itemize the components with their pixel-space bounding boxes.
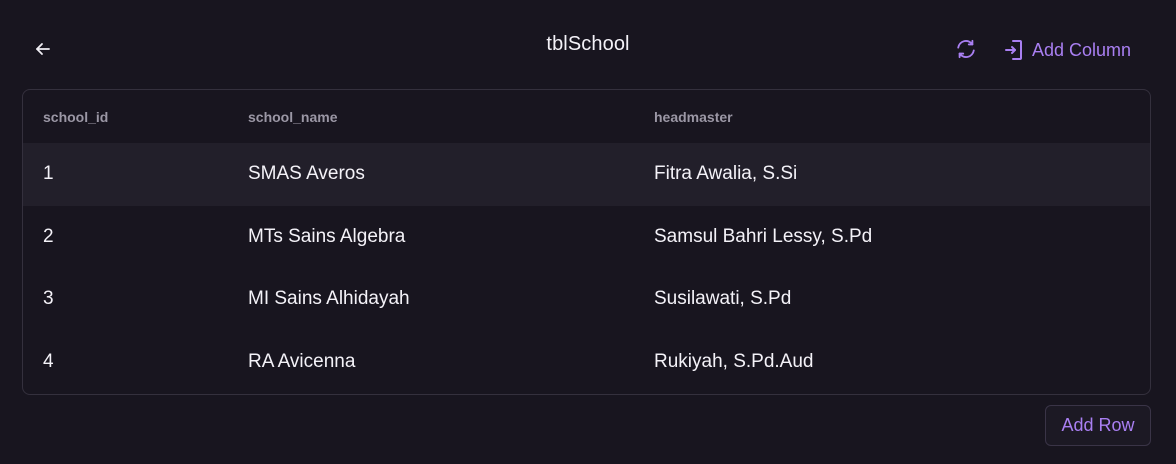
refresh-icon: [955, 38, 977, 65]
cell-school-name[interactable]: MTs Sains Algebra: [228, 206, 634, 269]
page-title: tblSchool: [546, 33, 630, 55]
column-header-headmaster[interactable]: headmaster: [634, 90, 1150, 143]
table-row[interactable]: 2 MTs Sains Algebra Samsul Bahri Lessy, …: [23, 206, 1150, 269]
column-header-school-name[interactable]: school_name: [228, 90, 634, 143]
table-header-row: school_id school_name headmaster: [23, 90, 1150, 143]
add-column-icon: [1004, 38, 1024, 62]
cell-school-id[interactable]: 3: [23, 268, 228, 331]
data-table: school_id school_name headmaster 1 SMAS …: [22, 89, 1151, 395]
cell-headmaster[interactable]: Susilawati, S.Pd: [634, 268, 1150, 331]
cell-school-id[interactable]: 2: [23, 206, 228, 269]
add-column-label: Add Column: [1032, 39, 1132, 60]
refresh-button[interactable]: [952, 37, 980, 65]
cell-headmaster[interactable]: Fitra Awalia, S.Si: [634, 143, 1150, 206]
cell-school-id[interactable]: 4: [23, 331, 228, 394]
table-editor-page: tblSchool Add Column school_id school_na…: [0, 0, 1176, 464]
add-row-button[interactable]: Add Row: [1045, 405, 1151, 446]
cell-headmaster[interactable]: Samsul Bahri Lessy, S.Pd: [634, 206, 1150, 269]
cell-school-name[interactable]: RA Avicenna: [228, 331, 634, 394]
table-row[interactable]: 3 MI Sains Alhidayah Susilawati, S.Pd: [23, 268, 1150, 331]
column-header-school-id[interactable]: school_id: [23, 90, 228, 143]
cell-headmaster[interactable]: Rukiyah, S.Pd.Aud: [634, 331, 1150, 394]
add-column-button[interactable]: Add Column: [1004, 36, 1131, 64]
cell-school-name[interactable]: MI Sains Alhidayah: [228, 268, 634, 331]
table-row[interactable]: 1 SMAS Averos Fitra Awalia, S.Si: [23, 143, 1150, 206]
table-row[interactable]: 4 RA Avicenna Rukiyah, S.Pd.Aud: [23, 331, 1150, 394]
cell-school-name[interactable]: SMAS Averos: [228, 143, 634, 206]
cell-school-id[interactable]: 1: [23, 143, 228, 206]
